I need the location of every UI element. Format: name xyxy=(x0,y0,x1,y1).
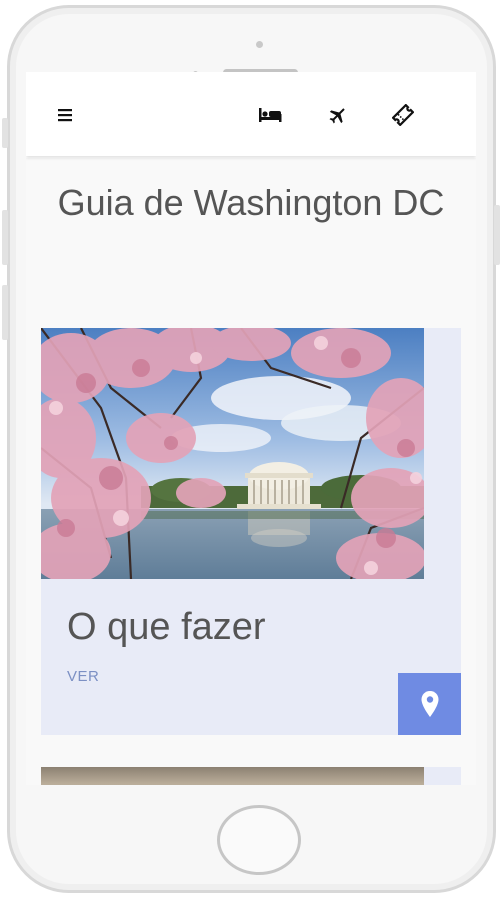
front-camera xyxy=(256,41,263,48)
location-pin-icon xyxy=(421,691,438,717)
next-card-image xyxy=(41,767,424,785)
location-button[interactable] xyxy=(398,673,461,735)
menu-icon xyxy=(58,109,72,122)
home-button[interactable] xyxy=(217,805,301,875)
hotels-button[interactable] xyxy=(253,98,287,132)
app-bar xyxy=(26,72,476,156)
card-what-to-do[interactable]: O que fazer VER xyxy=(41,328,461,735)
screen: Guia de Washington DC O que fazer VER xyxy=(26,72,476,785)
mute-switch xyxy=(2,118,8,148)
volume-up-button xyxy=(2,210,8,265)
tickets-button[interactable] xyxy=(386,98,420,132)
flights-button[interactable] xyxy=(321,98,355,132)
volume-down-button xyxy=(2,285,8,340)
card-image xyxy=(41,328,424,579)
hotel-bed-icon xyxy=(259,108,282,122)
cherry-blossom-memorial-image xyxy=(41,328,424,579)
menu-button[interactable] xyxy=(48,98,82,132)
ticket-icon xyxy=(392,104,414,126)
flight-icon xyxy=(329,108,345,124)
power-button xyxy=(494,205,500,265)
card-title: O que fazer xyxy=(67,606,266,648)
view-link[interactable]: VER xyxy=(67,668,99,685)
next-card[interactable] xyxy=(41,767,461,785)
page-title: Guia de Washington DC xyxy=(57,182,445,223)
